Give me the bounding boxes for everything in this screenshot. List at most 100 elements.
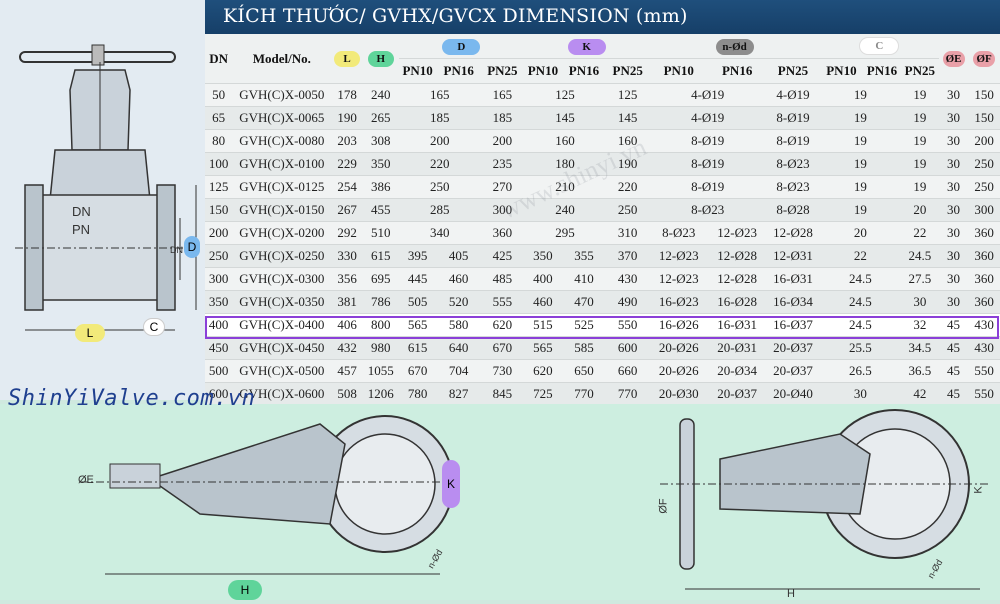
cell-d-pn16: 405 bbox=[436, 244, 481, 268]
cell-nd-pn16: 20-Ø34 bbox=[708, 359, 767, 383]
cell-l: 381 bbox=[331, 290, 363, 314]
cell-e: 30 bbox=[938, 290, 969, 314]
table-row: 65 GVH(C)X-0065 190 265 185 185 145 145 4-Ø19 8-Ø… bbox=[205, 106, 1000, 130]
cell-d-pn10-16: 220 bbox=[398, 152, 481, 176]
cell-nd-pn16: 20-Ø31 bbox=[708, 336, 767, 360]
group-d-header: D bbox=[398, 34, 524, 59]
cell-k-pn10: 565 bbox=[523, 336, 562, 360]
cell-l: 178 bbox=[331, 83, 363, 107]
cell-nd-pn25: 8-Ø19 bbox=[766, 129, 820, 153]
dim-c-badge: C bbox=[143, 318, 165, 336]
cell-d-pn10: 615 bbox=[398, 336, 437, 360]
table-row: 350 GVH(C)X-0350 381 786 505 520 555 460 470 490 1… bbox=[205, 290, 1000, 314]
col-dn-header: DN bbox=[205, 34, 233, 84]
cell-model: GVH(C)X-0050 bbox=[232, 83, 332, 107]
cell-d-pn10-16: 285 bbox=[398, 198, 481, 222]
cell-h: 386 bbox=[362, 175, 399, 199]
cell-h: 455 bbox=[362, 198, 399, 222]
cell-c-pn10-16: 19 bbox=[819, 152, 901, 176]
cell-f: 360 bbox=[968, 290, 1000, 314]
cell-nd-pn10: 20-Ø26 bbox=[649, 359, 709, 383]
cell-f: 250 bbox=[968, 152, 1000, 176]
cell-f: 430 bbox=[968, 313, 1000, 337]
cell-model: GVH(C)X-0200 bbox=[232, 221, 332, 245]
cell-c-pn10-16: 19 bbox=[819, 198, 901, 222]
bottom-drawings-panel: ØE H K n-Ød ØF H K n-Ød bbox=[0, 404, 1000, 600]
cell-k-pn25: 310 bbox=[606, 221, 650, 245]
cell-c-pn10-16: 20 bbox=[819, 221, 901, 245]
h-pill: H bbox=[367, 51, 394, 67]
cell-model: GVH(C)X-0100 bbox=[232, 152, 332, 176]
dim-f-label: ØF bbox=[657, 498, 670, 514]
cell-nd-pn25: 20-Ø37 bbox=[766, 359, 820, 383]
cell-k-pn25: 145 bbox=[606, 106, 650, 130]
cell-k-pn16: 410 bbox=[561, 267, 607, 291]
l-pill: L bbox=[334, 51, 361, 67]
cell-c-pn25: 19 bbox=[900, 129, 939, 153]
cell-k-pn10: 620 bbox=[523, 359, 562, 383]
cell-h: 1055 bbox=[362, 359, 399, 383]
cell-k-pn25: 370 bbox=[606, 244, 650, 268]
cell-dn: 200 bbox=[205, 221, 233, 245]
dn-label: DN bbox=[72, 204, 91, 219]
cell-e: 30 bbox=[938, 198, 969, 222]
cell-d-pn16: 827 bbox=[436, 382, 481, 404]
cell-k-pn25: 430 bbox=[606, 267, 650, 291]
cell-h: 695 bbox=[362, 267, 399, 291]
c-pill: C bbox=[859, 37, 900, 55]
cell-k-pn16: 470 bbox=[561, 290, 607, 314]
cell-nd-pn16: 20-Ø37 bbox=[708, 382, 767, 404]
cell-k-pn10-16: 295 bbox=[523, 221, 607, 245]
cell-k-pn10-16: 160 bbox=[523, 129, 607, 153]
cell-c-pn10-16: 26.5 bbox=[819, 359, 901, 383]
cell-f: 430 bbox=[968, 336, 1000, 360]
sub-header-pn25: PN25 bbox=[480, 58, 524, 84]
cell-nd-pn16: 16-Ø28 bbox=[708, 290, 767, 314]
cell-f: 300 bbox=[968, 198, 1000, 222]
cell-model: GVH(C)X-0150 bbox=[232, 198, 332, 222]
cell-h: 980 bbox=[362, 336, 399, 360]
cell-nd-pn16: 12-Ø28 bbox=[708, 267, 767, 291]
cell-nd-pn16: 12-Ø23 bbox=[708, 221, 767, 245]
col-e-header: ØE bbox=[938, 34, 969, 84]
col-h-header: H bbox=[362, 34, 399, 84]
cell-e: 30 bbox=[938, 152, 969, 176]
cell-nd-pn10-16: 4-Ø19 bbox=[649, 83, 767, 107]
sub-header-pn25: PN25 bbox=[900, 58, 939, 84]
table-row: 250 GVH(C)X-0250 330 615 395 405 425 350 355 370 1… bbox=[205, 244, 1000, 268]
dim-e-label: ØE bbox=[78, 474, 94, 486]
cell-dn: 400 bbox=[205, 313, 233, 337]
cell-k-pn16: 525 bbox=[561, 313, 607, 337]
cell-d-pn10-16: 250 bbox=[398, 175, 481, 199]
cell-h: 615 bbox=[362, 244, 399, 268]
k-pill: K bbox=[567, 38, 606, 55]
cell-f: 360 bbox=[968, 267, 1000, 291]
cell-nd-pn25: 16-Ø37 bbox=[766, 313, 820, 337]
cell-dn: 80 bbox=[205, 129, 233, 153]
table-row: 150 GVH(C)X-0150 267 455 285 300 240 250 8-Ø23 8-… bbox=[205, 198, 1000, 222]
cell-nd-pn25: 4-Ø19 bbox=[766, 83, 820, 107]
cell-nd-pn25: 12-Ø31 bbox=[766, 244, 820, 268]
cell-c-pn10-16: 22 bbox=[819, 244, 901, 268]
d-pill: D bbox=[442, 38, 481, 55]
cell-dn: 125 bbox=[205, 175, 233, 199]
cell-model: GVH(C)X-0300 bbox=[232, 267, 332, 291]
cell-l: 406 bbox=[331, 313, 363, 337]
pn-label: PN bbox=[72, 222, 91, 237]
cell-d-pn25: 620 bbox=[480, 313, 524, 337]
cell-l: 203 bbox=[331, 129, 363, 153]
cell-dn: 300 bbox=[205, 267, 233, 291]
valve-front-drawing-panel: DN PN L D DN C bbox=[0, 0, 205, 400]
table-row: 500 GVH(C)X-0500 457 1055 670 704 730 620 650 660… bbox=[205, 359, 1000, 383]
cell-nd-pn10: 20-Ø26 bbox=[649, 336, 709, 360]
group-k-header: K bbox=[523, 34, 650, 59]
cell-c-pn25: 19 bbox=[900, 152, 939, 176]
cell-nd-pn10: 16-Ø26 bbox=[649, 313, 709, 337]
brand-watermark: ShinYiValve.com.vn bbox=[8, 386, 256, 411]
dim-dn-label: DN bbox=[170, 245, 183, 255]
cell-d-pn16: 640 bbox=[436, 336, 481, 360]
cell-d-pn25: 185 bbox=[480, 106, 524, 130]
cell-e: 30 bbox=[938, 106, 969, 130]
cell-c-pn10-16: 25.5 bbox=[819, 336, 901, 360]
dim-k-label-right: K bbox=[972, 486, 985, 494]
